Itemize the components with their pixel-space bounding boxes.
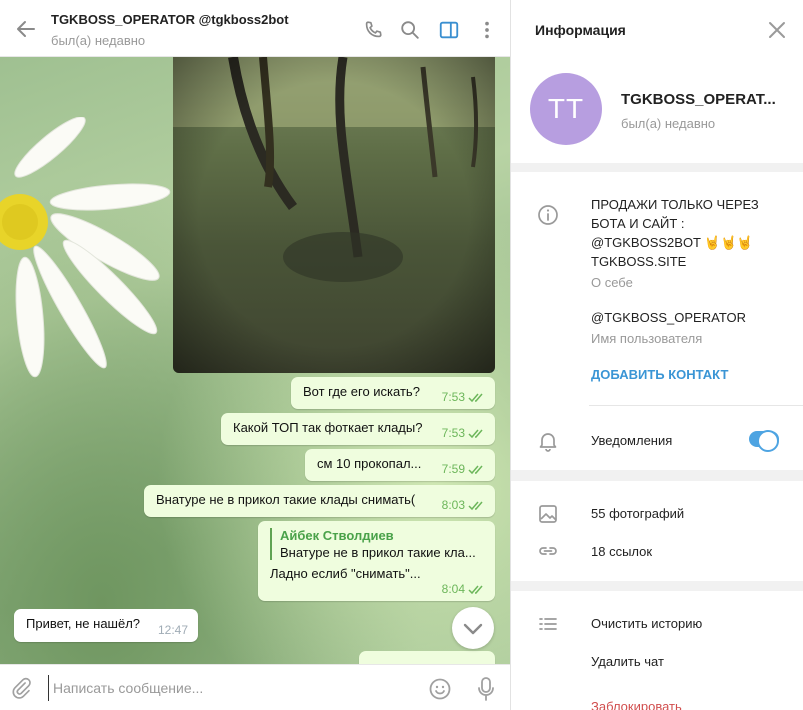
message-bubble-out[interactable]: Вот где его искать? 7:53	[291, 377, 495, 409]
double-check-icon	[468, 501, 483, 511]
notifications-toggle[interactable]	[749, 430, 779, 452]
close-icon[interactable]	[768, 21, 786, 39]
photo-image	[173, 57, 495, 373]
message-bubble-out[interactable]: Какой ТОП так фоткает клады? 7:53	[221, 413, 495, 445]
details-card: ПРОДАЖИ ТОЛЬКО ЧЕРЕЗ БОТА И САЙТ : @TGKB…	[511, 172, 803, 470]
profile-name: TGKBOSS_OPERAT...	[621, 91, 776, 108]
message-time: 7:53	[441, 390, 465, 404]
chat-status: был(а) недавно	[51, 33, 146, 48]
link-icon	[539, 547, 557, 555]
info-panel-title: Информация	[535, 22, 626, 38]
reply-author: Айбек Стволдиев	[280, 528, 394, 543]
paperclip-icon[interactable]	[10, 677, 32, 699]
scroll-down-button[interactable]	[452, 607, 494, 649]
double-check-icon	[468, 465, 483, 475]
chat-header: TGKBOSS_OPERATOR @tgkboss2bot был(а) нед…	[0, 0, 510, 57]
links-link[interactable]: 18 ссылок	[591, 544, 652, 559]
avatar[interactable]: TT	[530, 73, 602, 145]
photos-link[interactable]: 55 фотографий	[591, 506, 684, 521]
message-bubble-in[interactable]: Привет, не нашёл? 12:47	[14, 609, 198, 642]
message-composer	[0, 664, 510, 710]
chevron-down-icon	[463, 623, 483, 635]
double-check-icon	[468, 429, 483, 439]
message-time: 12:47	[157, 623, 188, 637]
media-card: 55 фотографий 18 ссылок	[511, 481, 803, 581]
search-icon[interactable]	[399, 19, 421, 41]
message-text: Ладно еслиб "снимать"...	[270, 566, 421, 581]
bio-label: О себе	[591, 275, 633, 290]
more-vertical-icon[interactable]	[476, 19, 498, 41]
chat-panel: TGKBOSS_OPERATOR @tgkboss2bot был(а) нед…	[0, 0, 510, 710]
bio-line[interactable]: @TGKBOSS2BOT 🤘🤘🤘	[591, 235, 753, 251]
message-bubble-reply[interactable]: Айбек Стволдиев Внатуре не в прикол таки…	[258, 521, 495, 601]
username[interactable]: @TGKBOSS_OPERATOR	[591, 310, 746, 325]
sidebar-toggle-icon[interactable]	[438, 19, 460, 41]
add-contact-button[interactable]: ДОБАВИТЬ КОНТАКТ	[591, 367, 728, 382]
notifications-label: Уведомления	[591, 433, 673, 448]
message-text: Вот где его искать?	[303, 384, 420, 399]
bio-line: ПРОДАЖИ ТОЛЬКО ЧЕРЕЗ	[591, 197, 759, 212]
profile-card: Информация TT TGKBOSS_OPERAT... был(а) н…	[511, 0, 803, 163]
bio-line[interactable]: TGKBOSS.SITE	[591, 254, 686, 269]
message-text: Внатуре не в прикол такие клады снимать(	[156, 492, 416, 507]
block-user-button[interactable]: Заблокировать	[591, 699, 682, 710]
info-icon	[538, 205, 558, 225]
username-label: Имя пользователя	[591, 331, 703, 346]
clear-history-button[interactable]: Очистить историю	[591, 616, 702, 631]
photo-message[interactable]	[173, 57, 495, 373]
bio-line: БОТА И САЙТ :	[591, 216, 685, 231]
double-check-icon	[468, 393, 483, 403]
reply-text: Внатуре не в прикол такие кла...	[280, 545, 476, 560]
divider	[589, 405, 803, 406]
message-bubble-out[interactable]: см 10 прокопал... 7:59	[305, 449, 495, 481]
message-text: Привет, не нашёл?	[26, 616, 141, 631]
message-text: Какой ТОП так фоткает клады?	[233, 420, 423, 435]
message-text: см 10 прокопал...	[317, 456, 422, 471]
message-time: 8:04	[441, 582, 465, 596]
message-bubble-out[interactable]: Внатуре не в прикол такие клады снимать(…	[144, 485, 495, 517]
double-check-icon	[468, 585, 483, 595]
message-time: 7:59	[441, 462, 465, 476]
message-time: 7:53	[441, 426, 465, 440]
bell-icon	[539, 433, 557, 452]
list-icon	[539, 618, 557, 630]
daisy-wallpaper-image	[0, 117, 171, 378]
emoji-icon[interactable]	[428, 677, 452, 701]
message-input[interactable]	[48, 675, 408, 701]
info-panel: Информация TT TGKBOSS_OPERAT... был(а) н…	[510, 0, 803, 710]
profile-status: был(а) недавно	[621, 116, 716, 131]
message-time: 8:03	[441, 498, 465, 512]
mic-icon[interactable]	[476, 676, 496, 702]
reply-quote[interactable]: Айбек Стволдиев Внатуре не в прикол таки…	[270, 528, 483, 560]
delete-chat-button[interactable]: Удалить чат	[591, 654, 664, 669]
phone-icon[interactable]	[362, 19, 384, 41]
photo-icon	[539, 505, 557, 523]
back-arrow-icon[interactable]	[14, 17, 38, 41]
chat-title[interactable]: TGKBOSS_OPERATOR @tgkboss2bot	[51, 12, 289, 27]
actions-card: Очистить историю Удалить чат Заблокирова…	[511, 591, 803, 710]
